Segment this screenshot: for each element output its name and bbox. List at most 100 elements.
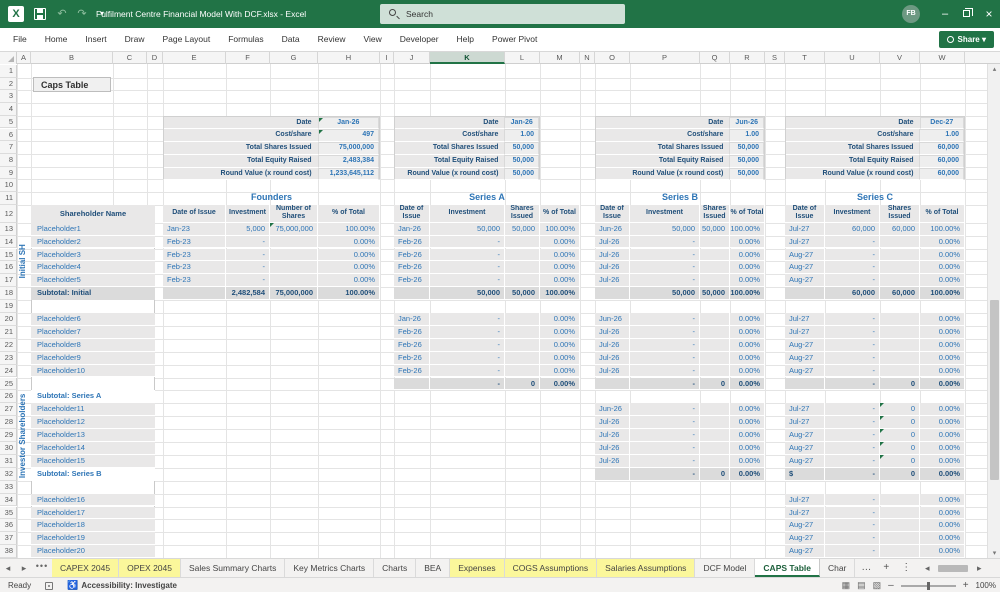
table-row[interactable]: Aug-27-0.00%: [785, 249, 965, 262]
summary-value-cell[interactable]: 50,000: [729, 168, 764, 181]
shareholder-row[interactable]: Placeholder15: [31, 455, 155, 468]
minimize-icon[interactable]: –: [934, 0, 956, 28]
table-cell[interactable]: [700, 249, 730, 262]
table-cell[interactable]: Jul-26: [595, 352, 630, 365]
row-header-15[interactable]: 15: [0, 249, 17, 262]
table-cell[interactable]: Feb-26: [394, 249, 430, 262]
table-cell[interactable]: -: [825, 507, 880, 520]
table-cell[interactable]: Aug-27: [785, 339, 825, 352]
table-row[interactable]: Jul-26-0.00%: [595, 261, 765, 274]
table-cell[interactable]: Jul-26: [595, 274, 630, 287]
row-header-14[interactable]: 14: [0, 236, 17, 249]
table-cell[interactable]: 0.00%: [318, 236, 380, 249]
table-subtotal-cell[interactable]: [163, 287, 226, 300]
summary-value-cell[interactable]: 75,000,000: [318, 142, 379, 155]
zoom-out-icon[interactable]: –: [888, 580, 894, 591]
table-cell[interactable]: [270, 261, 318, 274]
row-header-27[interactable]: 27: [0, 403, 17, 416]
shareholder-subtotal-row[interactable]: Subtotal: Series A: [31, 390, 155, 403]
table-cell[interactable]: 0.00%: [730, 313, 765, 326]
select-all-corner[interactable]: [0, 52, 17, 64]
row-header-21[interactable]: 21: [0, 326, 17, 339]
table-cell[interactable]: -: [630, 455, 700, 468]
table-cell[interactable]: Jul-26: [595, 429, 630, 442]
sheet-menu-icon[interactable]: ⋮: [895, 559, 917, 577]
table-row[interactable]: Feb-23-0.00%: [163, 274, 380, 287]
table-subtotal-row[interactable]: 60,00060,000100.00%: [785, 287, 965, 300]
table-row[interactable]: Feb-23-0.00%: [163, 249, 380, 262]
table-subtotal-cell[interactable]: 100.00%: [730, 287, 765, 300]
table-cell[interactable]: 0.00%: [540, 352, 580, 365]
shareholder-row[interactable]: Placeholder13: [31, 429, 155, 442]
table-cell[interactable]: 0.00%: [540, 236, 580, 249]
column-header-u[interactable]: U: [825, 52, 880, 64]
shareholder-row[interactable]: Placeholder11: [31, 403, 155, 416]
table-cell[interactable]: 0.00%: [920, 442, 965, 455]
table-row[interactable]: Jul-26-0.00%: [595, 326, 765, 339]
avatar[interactable]: FB: [902, 5, 920, 23]
table-subtotal-cell[interactable]: [595, 287, 630, 300]
table-row[interactable]: Aug-27-0.00%: [785, 532, 965, 545]
shareholder-row[interactable]: Placeholder19: [31, 532, 155, 545]
shareholder-row[interactable]: Placeholder16: [31, 494, 155, 507]
table-subtotal-cell[interactable]: [785, 287, 825, 300]
ribbon-tab-review[interactable]: Review: [309, 28, 355, 52]
table-cell[interactable]: [270, 274, 318, 287]
table-cell[interactable]: -: [630, 236, 700, 249]
table-row[interactable]: Feb-26-0.00%: [394, 249, 580, 262]
table-row[interactable]: Feb-23-0.00%: [163, 261, 380, 274]
table-row[interactable]: Jul-27-0.00%: [785, 507, 965, 520]
shareholder-row[interactable]: Placeholder14: [31, 442, 155, 455]
zoom-in-icon[interactable]: +: [963, 580, 969, 591]
table-row[interactable]: Feb-26-0.00%: [394, 352, 580, 365]
column-header-b[interactable]: B: [31, 52, 113, 64]
table-cell[interactable]: Jun-26: [595, 313, 630, 326]
table-cell[interactable]: 0.00%: [920, 545, 965, 558]
row-header-26[interactable]: 26: [0, 390, 17, 403]
table-cell[interactable]: 0.00%: [730, 261, 765, 274]
row-header-20[interactable]: 20: [0, 313, 17, 326]
column-header-p[interactable]: P: [630, 52, 700, 64]
table-row[interactable]: Jul-26-0.00%: [595, 416, 765, 429]
table-cell[interactable]: Feb-26: [394, 261, 430, 274]
summary-value-cell[interactable]: 1.00: [729, 129, 764, 142]
table-cell[interactable]: [700, 455, 730, 468]
row-header-30[interactable]: 30: [0, 442, 17, 455]
column-header-s[interactable]: S: [765, 52, 785, 64]
table-cell[interactable]: 0.00%: [318, 249, 380, 262]
row-header-25[interactable]: 25: [0, 378, 17, 391]
table-cell[interactable]: -: [825, 403, 880, 416]
table-row[interactable]: Feb-26-0.00%: [394, 261, 580, 274]
table-cell[interactable]: -: [630, 326, 700, 339]
table-row[interactable]: Jan-235,00075,000,000100.00%: [163, 223, 380, 236]
table-cell[interactable]: [880, 261, 920, 274]
shareholder-subtotal-row[interactable]: Subtotal: Initial: [31, 287, 155, 300]
table-cell[interactable]: -: [630, 339, 700, 352]
table-cell[interactable]: -: [430, 236, 505, 249]
table-cell[interactable]: 75,000,000: [270, 223, 318, 236]
table-cell[interactable]: -: [825, 249, 880, 262]
table-row[interactable]: Aug-27-0.00%: [785, 339, 965, 352]
table-cell[interactable]: 0.00%: [730, 274, 765, 287]
table-cell[interactable]: [700, 429, 730, 442]
table-cell[interactable]: 50,000: [700, 223, 730, 236]
table-cell[interactable]: 0.00%: [540, 249, 580, 262]
column-header-f[interactable]: F: [226, 52, 270, 64]
table-row[interactable]: Feb-26-0.00%: [394, 339, 580, 352]
table-cell[interactable]: Feb-23: [163, 274, 226, 287]
shareholder-row[interactable]: Placeholder7: [31, 326, 155, 339]
row-header-12[interactable]: 12: [0, 205, 17, 223]
table-cell[interactable]: -: [825, 236, 880, 249]
table-cell[interactable]: 0.00%: [920, 274, 965, 287]
horizontal-scroll-thumb[interactable]: [938, 565, 968, 572]
undo-icon[interactable]: ↶: [52, 0, 72, 28]
table-cell[interactable]: Jul-27: [785, 403, 825, 416]
table-cell[interactable]: 0.00%: [540, 261, 580, 274]
table-cell[interactable]: [880, 339, 920, 352]
ribbon-tab-draw[interactable]: Draw: [116, 28, 154, 52]
sheet-tab-sales-summary-charts[interactable]: Sales Summary Charts: [181, 559, 285, 577]
table-cell[interactable]: -: [825, 261, 880, 274]
summary-value-cell[interactable]: 60,000: [919, 168, 964, 181]
shareholder-row[interactable]: Placeholder6: [31, 313, 155, 326]
hscroll-right-icon[interactable]: ▸: [971, 559, 987, 577]
